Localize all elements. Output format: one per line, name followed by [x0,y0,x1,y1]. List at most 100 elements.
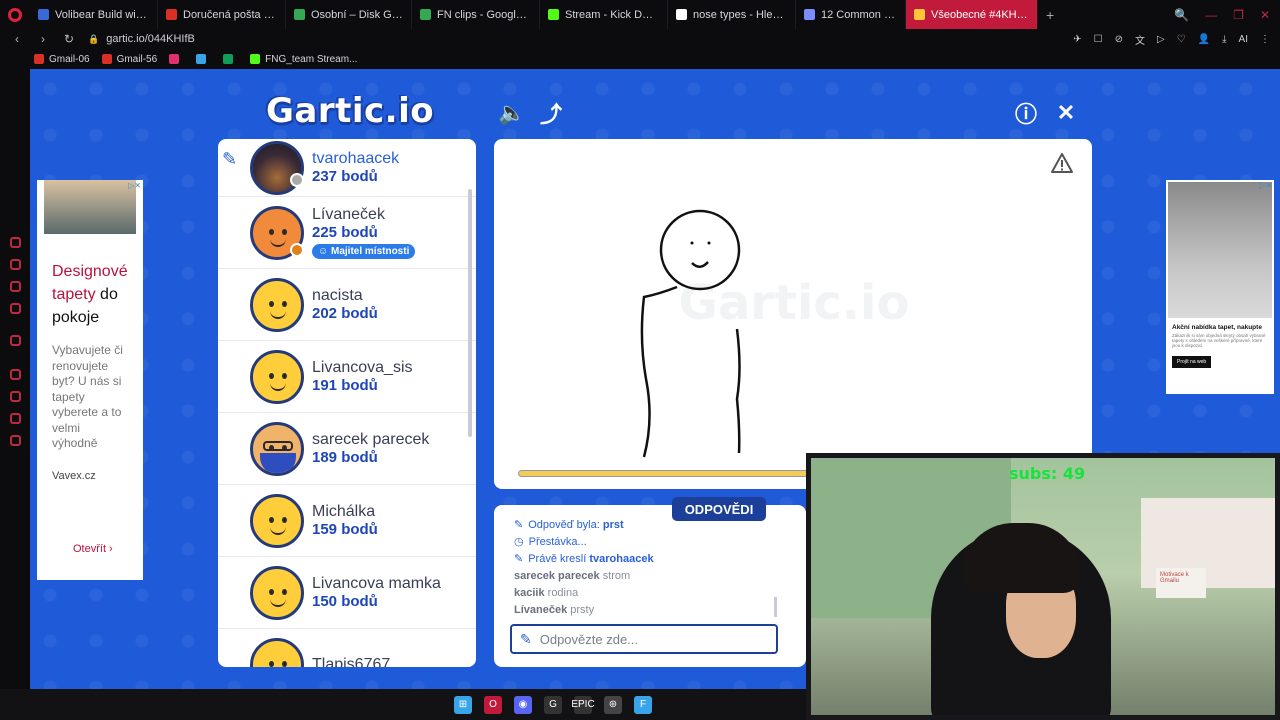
sidebar-twitch-icon[interactable] [10,335,21,346]
bookmark-item[interactable] [196,54,211,64]
pencil-icon: ✎ [520,630,532,647]
tab-favicon-icon [294,9,305,20]
room-owner-label: Majitel místnosti [331,246,410,257]
ad-choices-icon[interactable]: ▷✕ [128,181,141,190]
sidebar-app-icon[interactable] [10,259,21,270]
sidebar-app-icon[interactable] [10,369,21,380]
forward-icon[interactable]: › [34,32,52,46]
ad-source: Vavex.cz [52,469,96,482]
bookmark-item[interactable] [223,54,238,64]
answer-input[interactable] [539,631,740,647]
player-row[interactable]: sarecek parecek 189 bodů [218,413,476,485]
toolbar-icon[interactable]: ♡ [1177,34,1186,45]
address-field[interactable]: 🔒 gartic.io/044KHIfB [88,33,195,45]
bookmark-item[interactable]: Gmail-56 [101,54,157,65]
ad-right[interactable]: Akční nabídka tapet, nakupte Zákazník si… [1166,180,1274,394]
player-avatar [250,565,304,620]
share-icon[interactable]: ⤴ [537,99,565,127]
toolbar-icon[interactable]: AI [1239,34,1248,45]
window-close-icon[interactable]: ✕ [1260,8,1270,22]
answers-log: ✎ Odpověď byla: prst ◷ Přestávka... ✎ Právě k… [514,517,784,619]
player-row[interactable]: Livancova mamka 150 bodů [218,557,476,629]
system-bold: prst [602,519,624,531]
toolbar-icon[interactable]: 文 [1135,32,1145,47]
bookmark-item[interactable] [169,54,184,64]
player-row[interactable]: nacista 202 bodů [218,269,476,341]
tab-favicon-icon [548,9,559,20]
minimize-icon[interactable]: — [1205,8,1217,22]
player-score: 159 bodů [312,521,378,538]
maximize-icon[interactable]: ❐ [1233,8,1244,22]
browser-tab[interactable]: Doručená pošta (1 860) - [158,0,286,29]
tab-answers[interactable]: ODPOVĚDI [672,497,766,521]
taskbar-app-icon[interactable]: F [634,695,652,714]
toolbar-icon[interactable]: 👤 [1198,34,1210,45]
bookmark-item[interactable]: Gmail-06 [34,54,90,65]
player-row[interactable]: Tlapis6767 [218,629,476,667]
browser-tab[interactable]: FN clips - Google Drive [412,0,540,29]
sidebar-app-icon[interactable] [10,237,21,248]
player-row[interactable]: Lívaneček 225 bodů ☺ Majitel místnosti [218,197,476,269]
taskbar-app-icon[interactable]: ⊛ [604,695,622,714]
browser-tab[interactable]: Volibear Build with Highest [30,0,158,29]
ad-choices-icon[interactable]: ▷✕ [1259,181,1272,190]
toolbar-icon[interactable]: ⋮ [1260,34,1270,45]
bookmark-item[interactable]: FNG_team Stream... [250,54,357,65]
player-score: 202 bodů [312,305,378,322]
browser-tab[interactable]: Osobní – Disk Google [286,0,412,29]
back-icon[interactable]: ‹ [8,32,26,46]
webcam-overlay: Motivace k Gmailu subs: 49 [806,453,1280,720]
bookmark-label: FNG_team Stream... [265,53,358,65]
browser-tab[interactable]: Všeobecné #4KHIfB (Češt [906,0,1038,29]
ad-left[interactable]: Designové tapety do pokoje Vybavujete či… [37,180,143,580]
toolbar-icon[interactable]: ▷ [1157,34,1165,45]
sidebar-app-icon[interactable] [10,281,21,292]
ad-heading: Akční nabídka tapet, nakupte [1172,324,1262,331]
answers-scrollbar[interactable] [774,597,777,617]
taskbar-app-icon[interactable]: ◉ [514,695,532,714]
browser-tab[interactable]: 12 Common Nose Shapes [796,0,906,29]
reload-icon[interactable]: ↻ [60,32,78,46]
drawing-canvas[interactable]: Gartic.io [494,139,1092,489]
system-icon: ✎ [514,553,524,565]
report-warning-icon[interactable] [1050,151,1074,175]
search-tabs-icon[interactable]: 🔍 [1174,8,1189,22]
webcam-feed: Motivace k Gmailu subs: 49 [811,458,1275,715]
sidebar-settings-icon[interactable] [10,435,21,446]
sidebar-app-icon[interactable] [10,303,21,314]
system-text: Právě kreslí [528,553,590,565]
taskbar-app-icon[interactable]: G [544,695,562,714]
player-status-dot [290,173,304,187]
info-icon[interactable]: ⓘ [1012,99,1040,127]
ad-open-link[interactable]: Otevřít › [73,543,113,555]
toolbar-icon[interactable]: ⤓ [1222,34,1226,45]
toolbar-icon[interactable]: ☐ [1094,34,1103,45]
player-name: Michálka [312,503,376,520]
taskbar-app-icon[interactable]: ⊞ [454,695,472,714]
webcam-note: Motivace k Gmailu [1156,568,1206,598]
player-row[interactable]: tvarohaacek 237 bodů [218,139,476,197]
sound-icon[interactable]: 🔈 [498,99,526,127]
toolbar-icon[interactable]: ⊘ [1115,34,1123,45]
taskbar-app-icon[interactable]: O [484,695,502,714]
browser-tab[interactable]: nose types - Hledat Goog [668,0,796,29]
bookmark-favicon-icon [196,54,207,64]
system-text: Přestávka... [528,536,587,548]
ad-cta-button[interactable]: Projít na web [1172,356,1212,368]
tab-label: FN clips - Google Drive [437,8,531,21]
new-tab-button[interactable]: + [1038,7,1062,23]
taskbar-app-icon[interactable]: EPIC [571,695,595,714]
close-icon[interactable]: ✕ [1052,99,1080,127]
opera-menu-icon[interactable] [0,0,30,29]
player-row[interactable]: Michálka 159 bodů [218,485,476,557]
guess-text: prsty [570,604,595,616]
toolbar-icon[interactable]: ✈ [1073,34,1081,45]
player-row[interactable]: Livancova_sis 191 bodů [218,341,476,413]
browser-tab[interactable]: Stream - Kick Dashboard [540,0,668,29]
sidebar-app-icon[interactable] [10,391,21,402]
bookmark-favicon-icon [223,54,234,64]
sidebar-app-icon[interactable] [10,413,21,424]
round-timer-bar [518,470,818,477]
player-list-scrollbar[interactable] [468,189,472,437]
answer-input-box[interactable]: ✎ [510,624,778,654]
